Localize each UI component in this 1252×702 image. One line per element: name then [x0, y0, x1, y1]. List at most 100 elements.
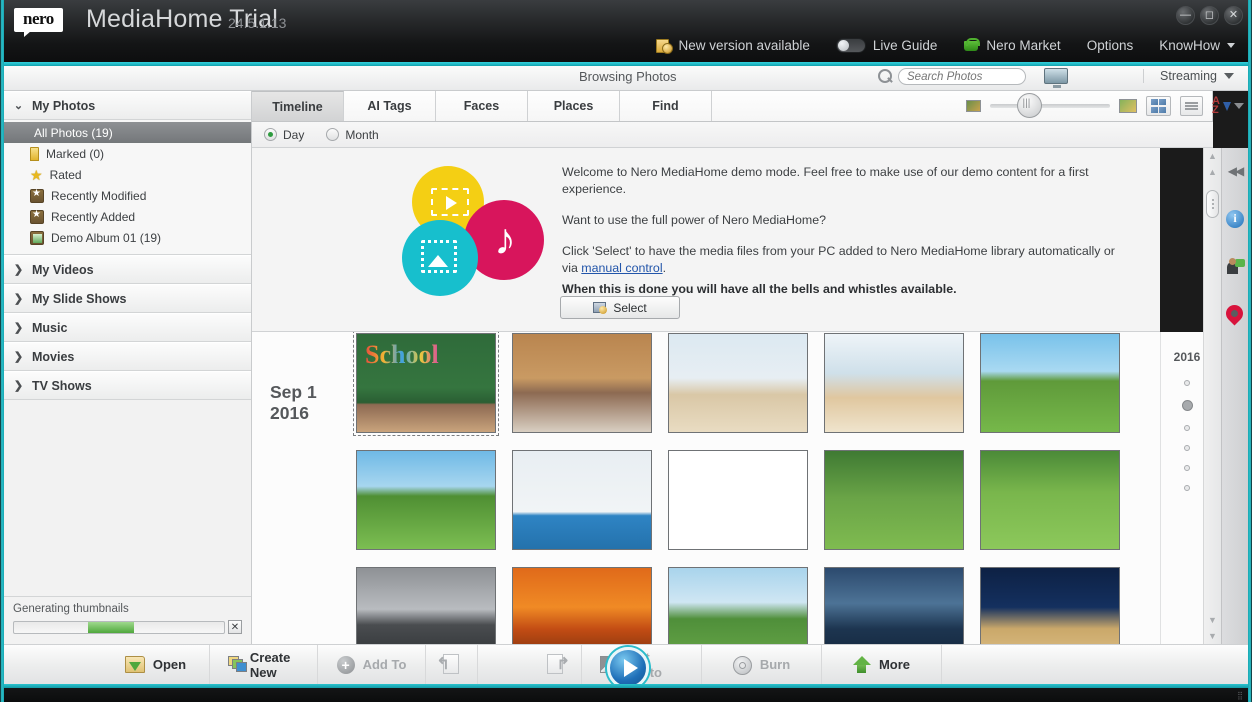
add-to-button[interactable]: + Add To — [318, 645, 426, 684]
previous-button[interactable]: ↰ — [426, 645, 478, 684]
photo-thumbnail-kids-with-ball[interactable] — [980, 450, 1120, 550]
timeline-dot-active[interactable] — [1181, 400, 1193, 411]
select-button[interactable]: Select — [560, 296, 680, 319]
sidebar-group-my-photos[interactable]: ⌄ My Photos — [4, 91, 251, 120]
timeline-granularity-row: Day Month — [252, 122, 1213, 148]
photo-cell[interactable] — [667, 566, 809, 644]
photo-cell[interactable] — [823, 449, 965, 551]
sidebar-item-all-photos[interactable]: All Photos (19) — [4, 122, 251, 143]
people-panel-button[interactable] — [1225, 256, 1246, 277]
location-panel-button[interactable] — [1225, 304, 1246, 325]
minimize-button[interactable]: — — [1176, 6, 1195, 25]
sidebar-group-movies[interactable]: ❯ Movies — [4, 342, 251, 371]
photo-thumbnail-kids-soccer-goal[interactable] — [824, 450, 964, 550]
sidebar-item-marked[interactable]: Marked (0) — [4, 143, 251, 164]
photo-cell[interactable] — [667, 332, 809, 434]
photo-cell-selected[interactable]: School — [353, 332, 499, 436]
list-view-button[interactable] — [1180, 96, 1204, 116]
toggle-switch-icon[interactable] — [835, 37, 866, 53]
sidebar-group-tv-shows[interactable]: ❯ TV Shows — [4, 371, 251, 400]
sidebar-group-my-videos[interactable]: ❯ My Videos — [4, 255, 251, 284]
vertical-scrollbar[interactable]: ▲ ▲ ▼ ▼ — [1203, 148, 1221, 644]
resize-grip-icon[interactable]: ⣿ — [1237, 691, 1244, 700]
scroll-up-button[interactable]: ▲ — [1205, 164, 1221, 180]
scroll-to-bottom-button[interactable]: ▼ — [1205, 628, 1221, 644]
photo-cell[interactable] — [667, 449, 809, 551]
photo-cell[interactable] — [823, 332, 965, 434]
photo-thumbnail-giraffes[interactable] — [668, 567, 808, 644]
display-device-icon[interactable] — [1044, 68, 1070, 89]
photo-thumbnail-karate-kids-blue-mat[interactable] — [512, 450, 652, 550]
sidebar-item-rated[interactable]: ★ Rated — [4, 164, 251, 185]
photo-cell[interactable] — [979, 332, 1121, 434]
play-button[interactable] — [607, 647, 649, 689]
nero-market-button[interactable]: Nero Market — [950, 30, 1073, 60]
sidebar-item-demo-album-01[interactable]: Demo Album 01 (19) — [4, 227, 251, 248]
photo-thumbnail-kids-classroom-globe[interactable] — [668, 333, 808, 433]
open-folder-icon — [124, 656, 145, 673]
photo-thumbnail-kids-running-meadow[interactable] — [980, 333, 1120, 433]
photo-cell[interactable] — [979, 566, 1121, 644]
options-button[interactable]: Options — [1074, 30, 1147, 60]
photo-cell[interactable] — [979, 449, 1121, 551]
tab-find[interactable]: Find — [620, 91, 712, 121]
sidebar-item-recently-added[interactable]: Recently Added — [4, 206, 251, 227]
tab-timeline[interactable]: Timeline — [252, 91, 344, 121]
info-panel-button[interactable]: i — [1225, 208, 1246, 229]
sidebar-group-my-slide-shows[interactable]: ❯ My Slide Shows — [4, 284, 251, 313]
timeline-dot[interactable] — [1184, 485, 1190, 491]
radio-month[interactable]: Month — [326, 128, 379, 142]
photo-thumbnail-kids-walking-field[interactable] — [356, 450, 496, 550]
grid-view-button[interactable] — [1145, 96, 1172, 116]
tab-ai-tags[interactable]: AI Tags — [344, 91, 436, 121]
cancel-progress-button[interactable]: ✕ — [228, 620, 242, 634]
timeline-dot[interactable] — [1184, 465, 1190, 471]
live-guide-toggle[interactable]: Live Guide — [823, 30, 951, 60]
photo-thumbnail-karate-kids-white-bg[interactable] — [668, 450, 808, 550]
radio-day[interactable]: Day — [264, 128, 304, 142]
timeline-dot[interactable] — [1184, 380, 1190, 386]
sidebar-item-recently-modified[interactable]: Recently Modified — [4, 185, 251, 206]
photo-cell[interactable] — [355, 449, 497, 551]
date-year: 2016 — [270, 403, 309, 423]
photo-thumbnail-brandenburg-gate-night[interactable] — [980, 567, 1120, 644]
tab-places[interactable]: Places — [528, 91, 620, 121]
photo-thumbnail-kids-wooden-wall[interactable] — [512, 333, 652, 433]
manual-control-link[interactable]: manual control — [581, 261, 662, 275]
collapse-panel-icon[interactable]: ◀◀ — [1225, 160, 1246, 181]
close-button[interactable]: ✕ — [1224, 6, 1243, 25]
scroll-to-top-button[interactable]: ▲ — [1205, 148, 1221, 164]
scrollbar-thumb[interactable] — [1206, 190, 1219, 218]
new-version-available-button[interactable]: New version available — [643, 30, 823, 60]
open-button[interactable]: Open — [102, 645, 210, 684]
timeline-dot[interactable] — [1184, 445, 1190, 451]
slider-handle[interactable] — [1016, 93, 1042, 118]
photo-thumbnail-city-skyline-dusk[interactable] — [824, 567, 964, 644]
streaming-menu[interactable]: Streaming — [1143, 69, 1234, 83]
thumbnail-size-slider[interactable] — [989, 93, 1110, 118]
photo-cell[interactable] — [511, 566, 653, 644]
sidebar-group-label: My Photos — [32, 98, 96, 113]
photo-cell[interactable] — [511, 449, 653, 551]
tab-faces[interactable]: Faces — [436, 91, 528, 121]
sort-button[interactable]: AZ — [1212, 96, 1244, 116]
burn-button[interactable]: Burn — [702, 645, 822, 684]
knowhow-menu[interactable]: KnowHow — [1146, 30, 1248, 60]
timeline-dot[interactable] — [1184, 425, 1190, 431]
date-group-label: Sep 1 2016 — [270, 382, 355, 424]
photo-cell[interactable] — [511, 332, 653, 434]
maximize-button[interactable]: ◻ — [1200, 6, 1219, 25]
photo-thumbnail-desert-sunset[interactable] — [512, 567, 652, 644]
more-button[interactable]: More — [822, 645, 942, 684]
photo-thumbnail-kids-classroom-desk[interactable] — [824, 333, 964, 433]
next-button[interactable]: ↱ — [530, 645, 582, 684]
tab-label: AI Tags — [367, 99, 412, 113]
search-input[interactable] — [898, 68, 1026, 85]
scroll-down-button[interactable]: ▼ — [1205, 612, 1221, 628]
photo-thumbnail-mountain-bw[interactable] — [356, 567, 496, 644]
sidebar-group-music[interactable]: ❯ Music — [4, 313, 251, 342]
photo-cell[interactable] — [823, 566, 965, 644]
create-new-button[interactable]: Create New — [210, 645, 318, 684]
photo-thumbnail-school-chalkboard-kids[interactable]: School — [356, 333, 496, 433]
photo-cell[interactable] — [355, 566, 497, 644]
